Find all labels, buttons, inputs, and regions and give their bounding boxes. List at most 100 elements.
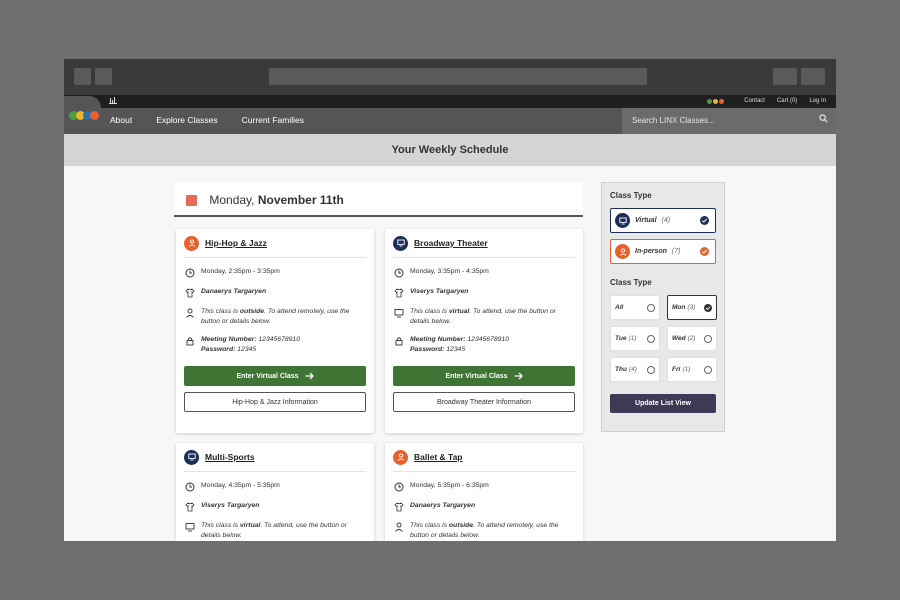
chart-icon[interactable] bbox=[109, 97, 117, 106]
lock-icon bbox=[184, 335, 195, 346]
shirt-icon bbox=[184, 501, 195, 512]
filter-panel: Class Type Virtual (4) In-person (7) Cla… bbox=[601, 182, 725, 432]
day-option-tue[interactable]: Tue (1) bbox=[610, 326, 660, 351]
person-icon bbox=[393, 449, 408, 465]
check-icon bbox=[704, 304, 712, 312]
day-label: Wed bbox=[672, 335, 686, 342]
class-title[interactable]: Broadway Theater bbox=[414, 238, 488, 248]
day-count: (4) bbox=[628, 366, 637, 373]
address-bar[interactable] bbox=[269, 68, 647, 85]
class-card: Broadway Theater Monday, 3:35pm - 4:35pm… bbox=[385, 229, 583, 433]
search-input[interactable]: Search LINX Classes... bbox=[622, 108, 836, 134]
day-option-fri[interactable]: Fri (1) bbox=[667, 357, 717, 382]
browser-window: Contact Cart (0) Log In About Explore Cl… bbox=[64, 59, 836, 541]
filter-virtual-label: Virtual bbox=[635, 217, 657, 224]
clock-icon bbox=[393, 481, 404, 492]
day-header: Monday, November 11th bbox=[174, 182, 583, 217]
browser-chrome bbox=[64, 59, 836, 95]
cart-link[interactable]: Cart (0) bbox=[777, 98, 797, 104]
day-label: Mon bbox=[672, 304, 686, 311]
contact-link[interactable]: Contact bbox=[744, 98, 765, 104]
radio-icon bbox=[647, 335, 655, 343]
meeting-number: 12345678910 bbox=[467, 336, 509, 344]
class-information-button[interactable]: Hip-Hop & Jazz Information bbox=[184, 392, 366, 413]
class-card: Multi-Sports Monday, 4:35pm - 5:35pm Vis… bbox=[176, 443, 374, 541]
day-count: (1) bbox=[628, 335, 637, 342]
person-icon bbox=[184, 307, 195, 318]
day-option-all[interactable]: All bbox=[610, 295, 660, 320]
radio-icon bbox=[704, 366, 712, 374]
filter-virtual-count: (4) bbox=[661, 217, 671, 224]
class-time: Monday, 5:35pm - 6:35pm bbox=[410, 482, 489, 489]
nav-about[interactable]: About bbox=[110, 115, 132, 125]
day-option-wed[interactable]: Wed (2) bbox=[667, 326, 717, 351]
linx-logo[interactable] bbox=[69, 111, 99, 120]
radio-icon bbox=[647, 304, 655, 312]
forward-button[interactable] bbox=[95, 68, 112, 85]
main-nav: About Explore Classes Current Families S… bbox=[64, 96, 836, 134]
clock-icon bbox=[393, 267, 404, 278]
shirt-icon bbox=[393, 287, 404, 298]
instructor-name: Viserys Targaryen bbox=[410, 288, 469, 295]
filter-in-person[interactable]: In-person (7) bbox=[610, 239, 716, 264]
day-label: Tue bbox=[615, 335, 627, 342]
class-title[interactable]: Hip-Hop & Jazz bbox=[205, 238, 267, 248]
class-card: Hip-Hop & Jazz Monday, 2:35pm - 3:35pm D… bbox=[176, 229, 374, 433]
login-link[interactable]: Log In bbox=[809, 98, 826, 104]
nav-current-families[interactable]: Current Families bbox=[242, 115, 304, 125]
utility-bar: Contact Cart (0) Log In bbox=[64, 95, 836, 108]
location-text: This class is bbox=[410, 522, 449, 529]
browser-button-2[interactable] bbox=[801, 68, 825, 85]
location-type: virtual bbox=[239, 522, 261, 529]
shirt-icon bbox=[393, 501, 404, 512]
day-weekday: Monday, bbox=[209, 193, 255, 207]
filter-virtual[interactable]: Virtual (4) bbox=[610, 208, 716, 233]
monitor-icon bbox=[184, 521, 195, 532]
person-icon bbox=[615, 244, 630, 259]
radio-icon bbox=[647, 366, 655, 374]
person-icon bbox=[393, 521, 404, 532]
location-text: This class is bbox=[201, 522, 240, 529]
search-icon[interactable] bbox=[819, 114, 828, 123]
arrow-right-icon bbox=[514, 372, 523, 380]
password-value: 12345 bbox=[446, 345, 466, 353]
instructor-name: Viserys Targaryen bbox=[201, 502, 260, 509]
enter-virtual-class-button[interactable]: Enter Virtual Class bbox=[393, 366, 575, 387]
filter-in-person-label: In-person bbox=[635, 248, 667, 255]
instructor-name: Danaerys Targaryen bbox=[410, 502, 476, 509]
class-information-button[interactable]: Broadway Theater Information bbox=[393, 392, 575, 413]
logo-tab bbox=[64, 96, 101, 134]
class-title[interactable]: Multi-Sports bbox=[205, 452, 255, 462]
day-option-thu[interactable]: Thu (4) bbox=[610, 357, 660, 382]
monitor-icon bbox=[184, 449, 199, 465]
update-list-view-button[interactable]: Update List View bbox=[610, 394, 716, 413]
search-placeholder: Search LINX Classes... bbox=[632, 116, 715, 125]
shirt-icon bbox=[184, 287, 195, 298]
class-title[interactable]: Ballet & Tap bbox=[414, 452, 463, 462]
day-label: Thu bbox=[615, 366, 627, 373]
class-time: Monday, 4:35pm - 5:35pm bbox=[201, 482, 280, 489]
monitor-icon bbox=[615, 213, 630, 228]
class-time: Monday, 3:35pm - 4:35pm bbox=[410, 268, 489, 275]
check-icon bbox=[700, 216, 709, 225]
filter-in-person-count: (7) bbox=[671, 248, 681, 255]
enter-button-label: Enter Virtual Class bbox=[445, 372, 508, 380]
location-type: virtual bbox=[448, 308, 470, 315]
day-label: All bbox=[615, 304, 624, 311]
back-button[interactable] bbox=[74, 68, 91, 85]
nav-explore-classes[interactable]: Explore Classes bbox=[156, 115, 217, 125]
browser-button-1[interactable] bbox=[773, 68, 797, 85]
enter-virtual-class-button[interactable]: Enter Virtual Class bbox=[184, 366, 366, 387]
day-count: (2) bbox=[687, 335, 696, 342]
meeting-label: Meeting Number: bbox=[410, 336, 466, 344]
page-title: Your Weekly Schedule bbox=[64, 134, 836, 166]
linx-mini-logo bbox=[707, 98, 725, 104]
day-label: Fri bbox=[672, 366, 681, 373]
radio-icon bbox=[704, 335, 712, 343]
class-type-title: Class Type bbox=[610, 191, 652, 200]
meeting-number: 12345678910 bbox=[258, 336, 300, 344]
location-type: outside bbox=[239, 308, 265, 315]
day-option-mon[interactable]: Mon (3) bbox=[667, 295, 717, 320]
password-value: 12345 bbox=[237, 345, 257, 353]
instructor-name: Danaerys Targaryen bbox=[201, 288, 267, 295]
